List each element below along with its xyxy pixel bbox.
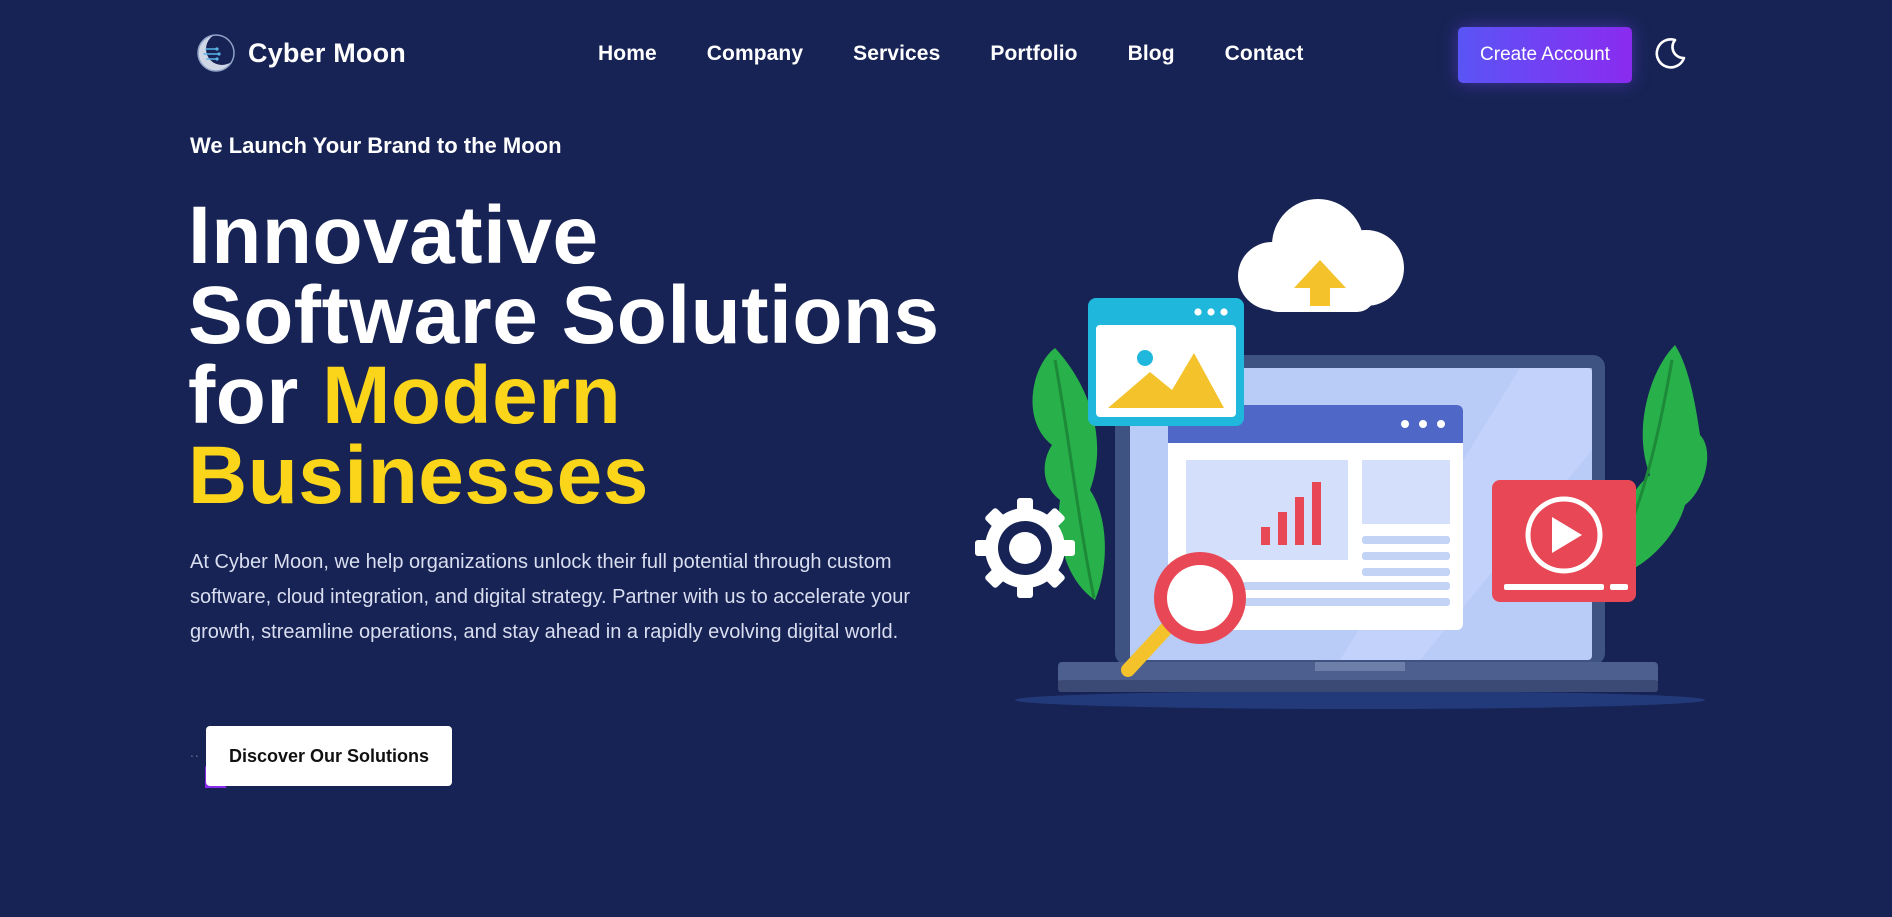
gear-icon <box>975 498 1075 598</box>
brand-name: Cyber Moon <box>248 37 407 68</box>
hero-illustration <box>975 199 1708 709</box>
video-play-icon <box>1492 480 1636 602</box>
headline-line-3-plain: for <box>188 350 323 441</box>
create-account-button[interactable]: Create Account <box>1458 27 1632 83</box>
headline-line-3: for Modern <box>188 355 948 437</box>
cloud-upload-icon <box>1238 199 1404 312</box>
site-header: Cyber Moon Home Company Services Portfol… <box>0 0 1892 108</box>
moon-circuit-logo-icon <box>197 33 236 72</box>
nav-item-blog[interactable]: Blog <box>1128 42 1175 66</box>
headline-accent-businesses: Businesses <box>188 430 649 521</box>
hero-eyebrow: We Launch Your Brand to the Moon <box>190 133 562 158</box>
laptop-shadow <box>1015 691 1705 709</box>
main-nav: Home Company Services Portfolio Blog Con… <box>598 38 1304 70</box>
button-dots: .. <box>190 744 200 760</box>
image-window-icon <box>1088 298 1244 426</box>
brand-logo[interactable]: Cyber Moon <box>196 32 406 74</box>
nav-item-services[interactable]: Services <box>853 42 940 66</box>
nav-item-portfolio[interactable]: Portfolio <box>990 42 1077 66</box>
discover-solutions-button[interactable]: Discover Our Solutions <box>206 726 452 786</box>
headline-accent-modern: Modern <box>322 350 622 441</box>
hero-headline: Innovative Software Solutions for Modern… <box>188 190 948 521</box>
nav-item-contact[interactable]: Contact <box>1225 42 1304 66</box>
hero-description: At Cyber Moon, we help organizations unl… <box>190 551 911 643</box>
headline-line-1: Innovative <box>188 190 599 281</box>
headline-line-2: Software Solutions <box>188 270 940 361</box>
moon-icon <box>1655 38 1686 69</box>
nav-item-company[interactable]: Company <box>707 42 803 66</box>
nav-item-home[interactable]: Home <box>598 42 657 66</box>
theme-toggle[interactable] <box>1652 33 1690 73</box>
discover-button-wrap: .. Discover Our Solutions <box>190 726 452 788</box>
